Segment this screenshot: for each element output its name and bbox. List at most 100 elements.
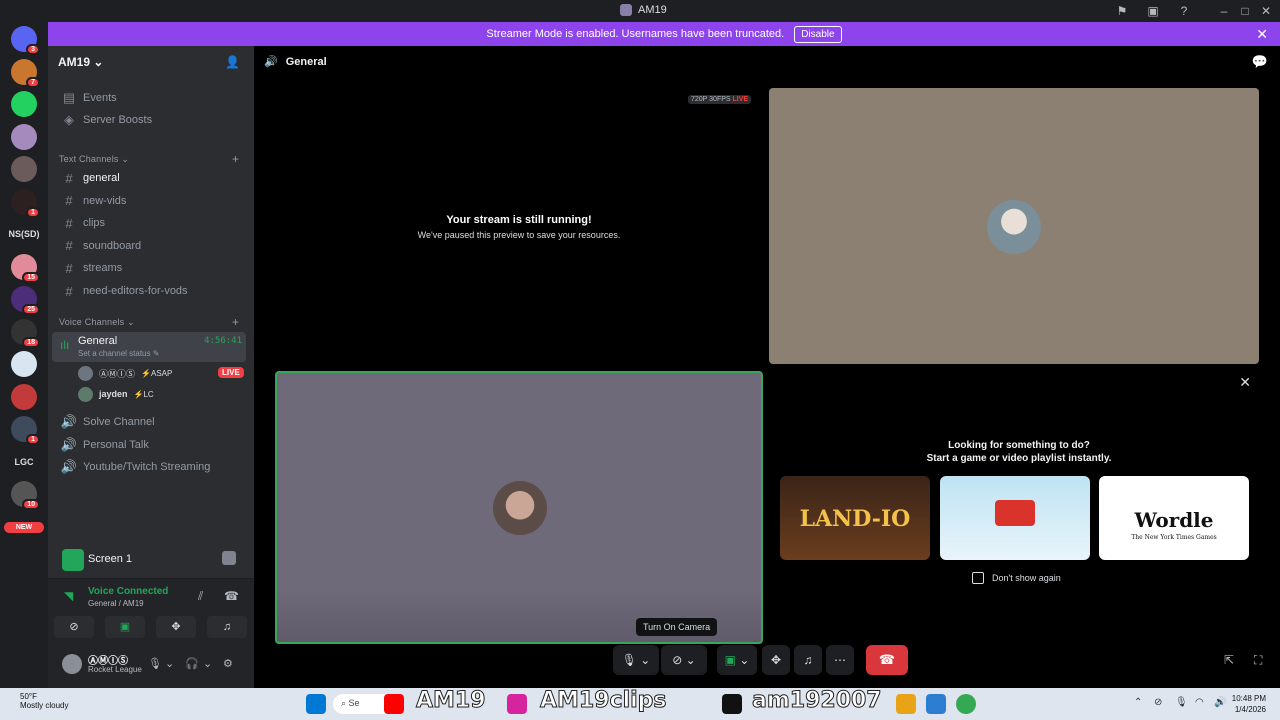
server-name[interactable]: AM19 <box>58 55 90 69</box>
more-icon[interactable]: ⋯ <box>834 653 846 667</box>
chat-icon[interactable]: 💬 <box>1252 54 1268 70</box>
participant-tile[interactable] <box>769 88 1259 364</box>
noise-suppression-icon[interactable]: ⫽ <box>198 589 203 604</box>
invite-icon[interactable]: 👤 <box>225 55 240 69</box>
screen-share-icon[interactable]: ▣ <box>725 653 736 667</box>
chevron-down-icon[interactable]: ⌄ <box>203 657 212 670</box>
disconnect-icon[interactable]: ☎ <box>224 589 239 603</box>
camera-off-button[interactable]: ⊘ <box>54 616 94 638</box>
headphones-icon[interactable]: 🎧 <box>185 657 199 670</box>
stream-tile[interactable]: 720P 30FPS LIVE Your stream is still run… <box>274 88 764 364</box>
chevron-down-icon[interactable]: ⌄ <box>165 657 174 670</box>
activities-control[interactable]: ✥ <box>762 645 790 675</box>
events-item[interactable]: ▤ Events <box>56 88 246 108</box>
microphone-icon[interactable]: 🎙 <box>148 657 162 670</box>
text-channel-streams[interactable]: # streams <box>56 258 246 278</box>
close-window-icon[interactable]: ✕ <box>1258 3 1274 19</box>
server-label[interactable]: LGC <box>4 457 44 467</box>
server-icon[interactable] <box>11 123 37 150</box>
minimize-icon[interactable]: – <box>1216 3 1232 19</box>
participant-tile-speaking[interactable] <box>275 371 763 644</box>
screen-icon[interactable]: ▣ <box>1145 3 1161 19</box>
add-channel-icon[interactable]: + <box>232 315 239 329</box>
activity-card-land-io[interactable]: LAND-IO <box>780 476 930 560</box>
more-control[interactable]: ⋯ <box>826 645 854 675</box>
channel-status[interactable]: Set a channel status ✎ <box>78 349 159 358</box>
network-icon[interactable]: ⊘ <box>1154 697 1162 708</box>
server-icon[interactable]: 10 <box>11 481 40 510</box>
disconnect-button[interactable]: ☎ <box>866 645 908 675</box>
wifi-icon[interactable]: ◠ <box>1195 697 1204 708</box>
camera-control[interactable]: ⊘ ⌄ <box>661 645 707 675</box>
maximize-icon[interactable]: □ <box>1237 3 1253 19</box>
server-icon[interactable] <box>11 351 37 377</box>
server-boosts-item[interactable]: ◈ Server Boosts <box>56 110 246 130</box>
file-explorer-icon[interactable] <box>896 694 916 714</box>
settings-gear-icon[interactable]: ⚙ <box>223 657 233 670</box>
checkbox[interactable] <box>972 572 984 584</box>
voice-channel-general[interactable]: ılı General Set a channel status ✎ 4:56:… <box>52 332 246 362</box>
server-header[interactable]: AM19 ⌄ 👤 <box>48 46 254 78</box>
chevron-down-icon[interactable]: ⌄ <box>686 653 696 667</box>
soundboard-icon[interactable]: ♫ <box>804 653 813 667</box>
discord-home-icon[interactable]: 3 <box>11 26 40 55</box>
chevron-down-icon[interactable]: ⌄ <box>739 653 749 667</box>
server-icon[interactable]: 15 <box>11 253 40 283</box>
avatar[interactable] <box>62 654 82 674</box>
soundboard-button[interactable]: ♫ <box>207 616 247 638</box>
voice-user[interactable]: jayden ⚡LC <box>78 385 154 403</box>
microphone-icon[interactable]: 🎙 <box>622 653 637 667</box>
voice-connected-subtitle[interactable]: General / AM19 <box>88 599 144 608</box>
text-channel-need-editors-for-vods[interactable]: # need-editors-for-vods <box>56 281 246 301</box>
voice-channel-item[interactable]: 🔊 Solve Channel <box>56 412 246 432</box>
server-icon[interactable]: 7 <box>11 58 40 88</box>
help-icon[interactable]: ? <box>1176 3 1192 19</box>
server-icon[interactable]: 1 <box>11 188 40 218</box>
category-voice-channels[interactable]: Voice Channels ⌄ + <box>59 315 239 329</box>
activity-card-wordle[interactable]: Wordle The New York Times Games <box>1099 476 1249 560</box>
weather-widget[interactable]: 50°F Mostly cloudy <box>20 692 68 710</box>
voice-connected-title[interactable]: Voice Connected <box>88 586 168 597</box>
microphone-icon[interactable]: 🎙 <box>1175 697 1188 708</box>
popout-icon[interactable]: ⇱ <box>1224 653 1234 667</box>
server-label[interactable]: NS(SD) <box>4 229 44 239</box>
activities-button[interactable]: ✥ <box>156 616 196 638</box>
soundboard-control[interactable]: ♫ <box>794 645 822 675</box>
chrome-icon[interactable] <box>956 694 976 714</box>
activity-card-snow[interactable] <box>940 476 1090 560</box>
server-icon[interactable]: 25 <box>11 286 40 315</box>
server-label[interactable]: NEW <box>4 521 44 533</box>
server-icon[interactable] <box>11 91 37 117</box>
shield-icon[interactable] <box>926 694 946 714</box>
camera-off-icon[interactable]: ⊘ <box>672 653 682 667</box>
chevron-up-icon[interactable]: ⌃ <box>1134 697 1142 708</box>
server-icon[interactable] <box>11 156 37 182</box>
stop-stream-icon[interactable] <box>222 551 236 565</box>
server-icon[interactable]: 1 <box>11 416 40 445</box>
signal-icon[interactable]: ◥ <box>64 589 73 603</box>
close-icon[interactable]: ✕ <box>1256 26 1268 43</box>
text-channel-general[interactable]: # general <box>56 168 246 188</box>
server-icon[interactable] <box>11 383 37 410</box>
server-icon[interactable]: 18 <box>11 318 40 348</box>
fullscreen-icon[interactable]: ⛶ <box>1254 653 1262 668</box>
add-channel-icon[interactable]: + <box>232 152 239 166</box>
chevron-down-icon[interactable]: ⌄ <box>640 653 650 667</box>
voice-channel-item[interactable]: 🔊 Youtube/Twitch Streaming <box>56 457 246 477</box>
volume-icon[interactable]: 🔊 <box>1214 697 1226 708</box>
mic-control[interactable]: 🎙 ⌄ <box>613 645 659 675</box>
screen-share-button[interactable]: ▣ <box>105 616 145 638</box>
screen-share-control[interactable]: ▣ ⌄ <box>717 645 757 675</box>
voice-user[interactable]: ⒶⓂⒾⓈ ⚡ASAP <box>78 364 172 382</box>
activities-icon[interactable]: ✥ <box>771 653 781 667</box>
category-text-channels[interactable]: Text Channels ⌄ + <box>59 152 239 166</box>
inbox-icon[interactable]: ⚑ <box>1114 3 1130 19</box>
dont-show-again[interactable]: Don't show again <box>972 572 1061 584</box>
close-icon[interactable]: ✕ <box>1239 374 1251 391</box>
voice-channel-item[interactable]: 🔊 Personal Talk <box>56 435 246 455</box>
start-icon[interactable] <box>306 694 326 714</box>
clock[interactable]: 10:48 PM 1/4/2026 <box>1232 693 1266 715</box>
text-channel-clips[interactable]: # clips <box>56 213 246 233</box>
text-channel-soundboard[interactable]: # soundboard <box>56 236 246 256</box>
disable-button[interactable]: Disable <box>794 25 842 43</box>
